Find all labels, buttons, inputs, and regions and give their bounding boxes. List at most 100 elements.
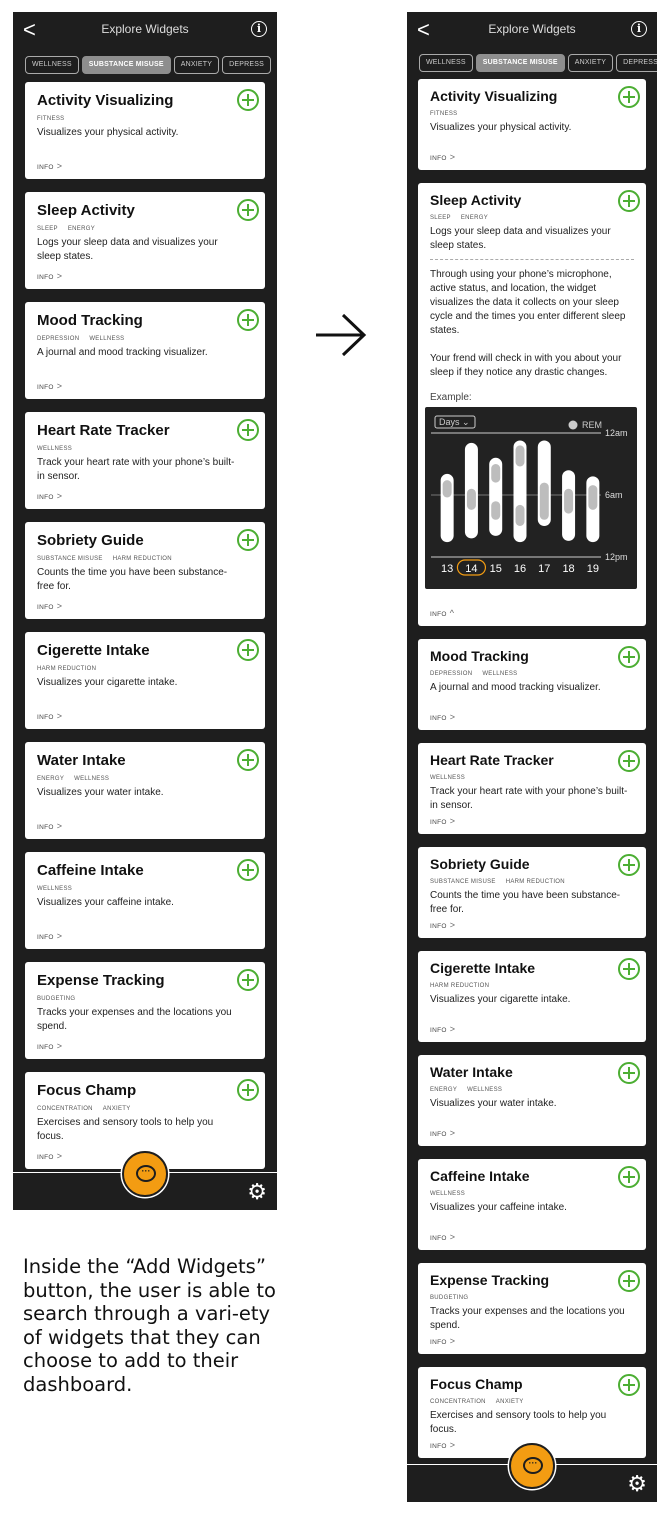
info-label: INFO <box>37 274 54 281</box>
x-tick-label: 14 <box>465 563 477 575</box>
dashed-divider <box>430 259 634 260</box>
filter-chip[interactable]: SUBSTANCE MISUSE <box>81 56 171 74</box>
widget-card[interactable]: Water Intake ENERGY WELLNESS Visualizes you… <box>25 742 265 839</box>
chat-bubble-icon: ··· <box>523 1457 543 1474</box>
widget-card[interactable]: Caffeine Intake WELLNESS Visualizes your c… <box>418 1159 646 1250</box>
tag-label: WELLNESS <box>482 671 518 677</box>
info-label: INFO <box>430 923 447 930</box>
info-link[interactable]: INFO ^ <box>430 608 454 618</box>
plus-circle-icon[interactable] <box>618 958 640 980</box>
plus-circle-icon[interactable] <box>618 190 640 212</box>
plus-circle-icon[interactable] <box>237 639 259 661</box>
plus-circle-icon[interactable] <box>618 1270 640 1292</box>
filter-chip[interactable]: DEPRESS <box>616 54 657 72</box>
widget-name: Sleep Activity <box>430 192 522 208</box>
chevron-right-icon: > <box>56 381 63 391</box>
widget-card[interactable]: Cigerette Intake HARM REDUCTION Visualizes… <box>25 632 265 729</box>
filter-chip[interactable]: WELLNESS <box>419 54 473 72</box>
info-link[interactable]: INFO > <box>430 712 455 722</box>
plus-circle-icon[interactable] <box>618 86 640 108</box>
info-link[interactable]: INFO > <box>37 161 62 171</box>
widget-card[interactable]: Mood Tracking DEPRESSION WELLNESS A journal… <box>418 639 646 730</box>
info-link[interactable]: INFO > <box>37 931 62 941</box>
rem-segment <box>515 445 525 467</box>
widget-card[interactable]: Expense Tracking BUDGETING Tracks your exp… <box>418 1263 646 1354</box>
x-tick-label: 18 <box>562 563 574 575</box>
rem-segment <box>491 464 501 483</box>
info-link[interactable]: INFO > <box>430 1024 455 1034</box>
info-label: INFO <box>37 164 54 171</box>
info-icon[interactable]: i <box>251 21 267 37</box>
gear-icon[interactable]: ⚙ <box>627 1473 647 1495</box>
widget-name: Water Intake <box>37 752 126 769</box>
filter-chip[interactable]: SUBSTANCE MISUSE <box>475 54 565 72</box>
gear-icon[interactable]: ⚙ <box>247 1181 267 1203</box>
tag-label: BUDGETING <box>37 996 76 1002</box>
widget-description: A journal and mood tracking visualizer. <box>430 682 601 693</box>
widget-card[interactable]: Sleep Activity SLEEP ENERGY Logs your sleep… <box>25 192 265 289</box>
plus-circle-icon[interactable] <box>237 749 259 771</box>
filter-chip[interactable]: WELLNESS <box>25 56 79 74</box>
x-tick-label: 17 <box>538 563 550 575</box>
plus-circle-icon[interactable] <box>237 1079 259 1101</box>
widget-tags: BUDGETING <box>430 1294 634 1302</box>
plus-circle-icon[interactable] <box>618 646 640 668</box>
info-link[interactable]: INFO > <box>430 816 455 826</box>
widget-card[interactable]: Mood Tracking DEPRESSION WELLNESS A journal… <box>25 302 265 399</box>
info-link[interactable]: INFO > <box>430 1128 455 1138</box>
widget-card[interactable]: Activity Visualizing FITNESS Visualizes yo… <box>418 79 646 170</box>
widget-name: Caffeine Intake <box>37 862 144 879</box>
info-link[interactable]: INFO > <box>37 491 62 501</box>
chat-button[interactable]: ··· <box>122 1151 168 1197</box>
info-link[interactable]: INFO > <box>37 711 62 721</box>
info-icon[interactable]: i <box>631 21 647 37</box>
plus-circle-icon[interactable] <box>618 1374 640 1396</box>
info-link[interactable]: INFO > <box>430 1336 455 1346</box>
plus-circle-icon[interactable] <box>618 1062 640 1084</box>
widget-card[interactable]: Activity Visualizing FITNESS Visualizes yo… <box>25 82 265 179</box>
filter-chip[interactable]: ANXIETY <box>173 56 220 74</box>
widget-tags: DEPRESSION WELLNESS <box>37 335 253 343</box>
info-link[interactable]: INFO > <box>37 601 62 611</box>
plus-circle-icon[interactable] <box>237 969 259 991</box>
rem-segment <box>515 504 525 526</box>
widget-name: Mood Tracking <box>37 312 143 329</box>
widget-card[interactable]: Heart Rate Tracker WELLNESS Track your hea… <box>25 412 265 509</box>
tag-label: DEPRESSION <box>37 336 80 342</box>
plus-circle-icon[interactable] <box>618 854 640 876</box>
info-link[interactable]: INFO > <box>430 920 455 930</box>
info-link[interactable]: INFO > <box>37 1041 62 1051</box>
plus-circle-icon[interactable] <box>237 529 259 551</box>
plus-circle-icon[interactable] <box>618 750 640 772</box>
widget-card[interactable]: Heart Rate Tracker WELLNESS Track your hea… <box>418 743 646 834</box>
plus-circle-icon[interactable] <box>237 199 259 221</box>
plus-circle-icon[interactable] <box>237 309 259 331</box>
widget-description: Visualizes your caffeine intake. <box>37 897 174 908</box>
widget-card[interactable]: Water Intake ENERGY WELLNESS Visualizes you… <box>418 1055 646 1146</box>
info-link[interactable]: INFO > <box>37 271 62 281</box>
info-label: INFO <box>430 1443 447 1450</box>
info-link[interactable]: INFO > <box>37 821 62 831</box>
info-link[interactable]: INFO > <box>430 152 455 162</box>
chat-button[interactable]: ··· <box>509 1443 555 1489</box>
rem-segment <box>442 480 452 498</box>
widget-card[interactable]: Sobriety Guide SUBSTANCE MISUSE HARM REDUC… <box>418 847 646 938</box>
days-dropdown-label: Days ⌄ <box>439 417 470 427</box>
filter-chip[interactable]: ANXIETY <box>567 54 614 72</box>
widget-card[interactable]: Cigerette Intake HARM REDUCTION Visualizes… <box>418 951 646 1042</box>
info-label: INFO <box>37 604 54 611</box>
widget-card[interactable]: Sobriety Guide SUBSTANCE MISUSE HARM REDUC… <box>25 522 265 619</box>
info-link[interactable]: INFO > <box>430 1232 455 1242</box>
info-link[interactable]: INFO > <box>430 1440 455 1450</box>
info-link[interactable]: INFO > <box>37 381 62 391</box>
plus-circle-icon[interactable] <box>618 1166 640 1188</box>
plus-circle-icon[interactable] <box>237 419 259 441</box>
filter-chip[interactable]: DEPRESS <box>222 56 271 74</box>
widget-description: A journal and mood tracking visualizer. <box>37 347 208 358</box>
widget-card[interactable]: Caffeine Intake WELLNESS Visualizes your c… <box>25 852 265 949</box>
widget-card[interactable]: Expense Tracking BUDGETING Tracks your exp… <box>25 962 265 1059</box>
plus-circle-icon[interactable] <box>237 859 259 881</box>
info-link[interactable]: INFO > <box>37 1151 62 1161</box>
widget-card[interactable]: Sleep Activity SLEEP ENERGY Logs your sleep… <box>418 183 646 626</box>
plus-circle-icon[interactable] <box>237 89 259 111</box>
